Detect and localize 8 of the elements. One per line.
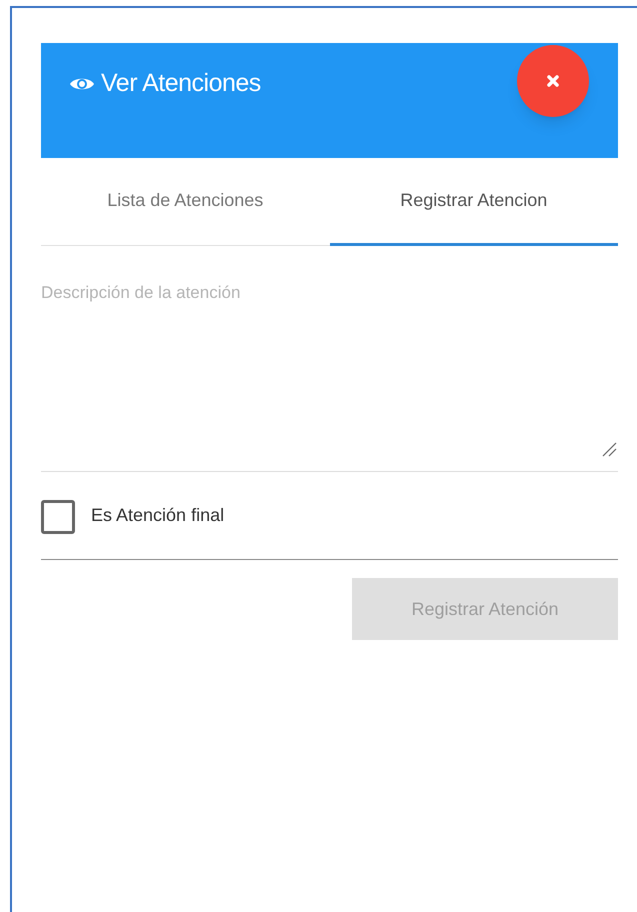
checkbox[interactable] bbox=[41, 500, 75, 534]
close-icon bbox=[547, 75, 559, 87]
tab[interactable]: Registrar Atencion bbox=[330, 158, 618, 246]
dialog-title: Ver Atenciones bbox=[101, 68, 261, 99]
resize-handle-icon[interactable] bbox=[601, 441, 617, 457]
description-field[interactable]: Descripción de la atención bbox=[41, 280, 618, 471]
tab[interactable]: Lista de Atenciones bbox=[41, 158, 330, 246]
checkbox-label: Es Atención final bbox=[91, 504, 224, 527]
